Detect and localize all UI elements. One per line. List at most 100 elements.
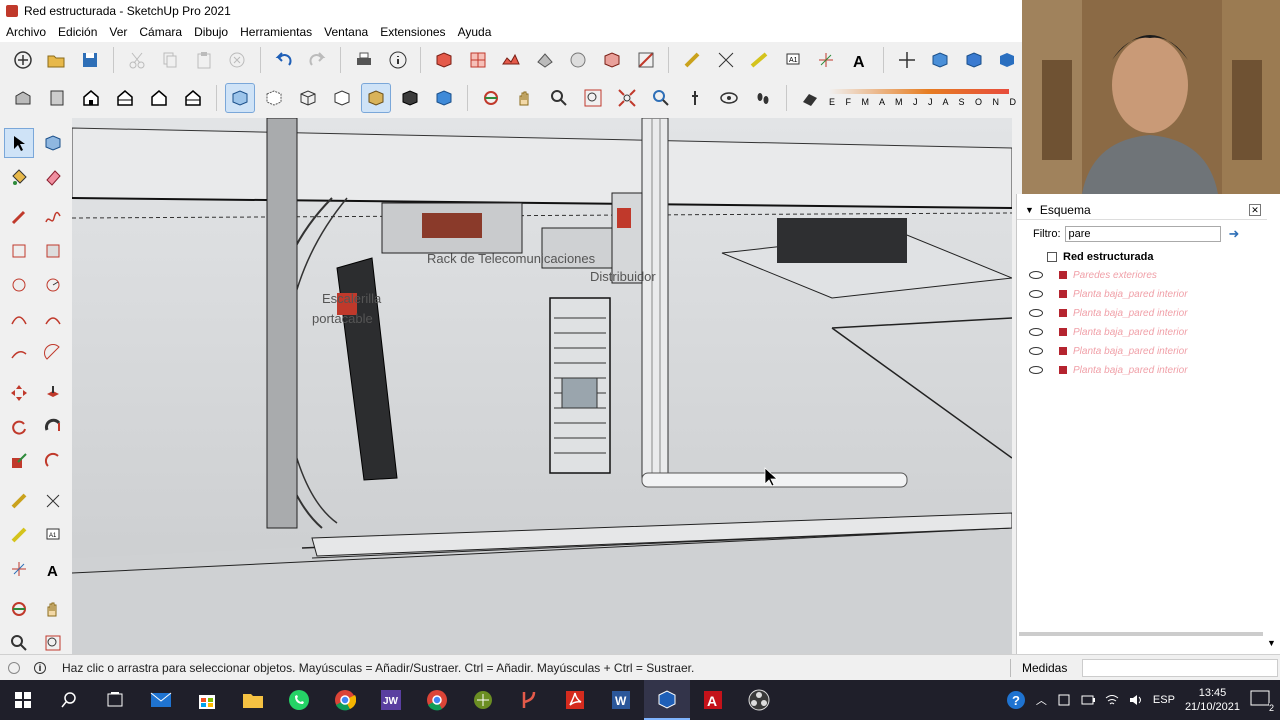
outliner-item[interactable]: Paredes exteriores — [1017, 266, 1267, 284]
filter-input[interactable] — [1064, 226, 1221, 242]
jw-app[interactable]: JW — [368, 680, 414, 720]
autocad-app[interactable]: A — [690, 680, 736, 720]
menu-ver[interactable]: Ver — [103, 25, 133, 39]
line-tool[interactable] — [4, 202, 34, 232]
mail-app[interactable] — [138, 680, 184, 720]
flip-edge-button[interactable] — [631, 45, 661, 75]
model-info-button[interactable] — [383, 45, 413, 75]
battery-icon[interactable] — [1081, 693, 1095, 707]
zoom-window-button[interactable] — [578, 83, 608, 113]
sandbox-button[interactable] — [496, 45, 526, 75]
text-button[interactable]: A1 — [778, 45, 808, 75]
section-plane-button[interactable] — [463, 45, 493, 75]
task-view-button[interactable] — [92, 680, 138, 720]
save-button[interactable] — [75, 45, 105, 75]
search-button[interactable] — [46, 680, 92, 720]
shaded-button[interactable] — [361, 83, 391, 113]
whatsapp-app[interactable] — [276, 680, 322, 720]
store-app[interactable] — [184, 680, 230, 720]
right-view-button[interactable] — [110, 83, 140, 113]
scale-tool[interactable] — [4, 446, 34, 476]
outliner-item[interactable]: Planta baja_pared interior — [1017, 304, 1267, 322]
menu-herramientas[interactable]: Herramientas — [234, 25, 318, 39]
clock[interactable]: 13:45 21/10/2021 — [1185, 686, 1240, 714]
circle-tool[interactable] — [4, 270, 34, 300]
visibility-eye-icon[interactable] — [1029, 271, 1043, 279]
geo-location-icon[interactable] — [8, 661, 20, 674]
volume-icon[interactable] — [1129, 693, 1143, 707]
outliner-item[interactable]: Planta baja_pared interior — [1017, 342, 1267, 360]
rectangle-tool[interactable] — [4, 236, 34, 266]
erase-button[interactable] — [222, 45, 252, 75]
visibility-eye-icon[interactable] — [1029, 347, 1043, 355]
push-pull-tool[interactable] — [38, 378, 68, 408]
device-icon[interactable] — [1057, 693, 1071, 707]
panel-scrollbar[interactable] — [1019, 632, 1263, 636]
front-view-button[interactable] — [76, 83, 106, 113]
new-file-button[interactable] — [8, 45, 38, 75]
close-panel-icon[interactable]: ✕ — [1249, 203, 1261, 216]
select-tool[interactable] — [4, 128, 34, 158]
chrome-app[interactable] — [322, 680, 368, 720]
protractor-tool[interactable] — [4, 520, 34, 550]
text-tool[interactable]: A1 — [38, 520, 68, 550]
notifications-button[interactable]: 2 — [1250, 690, 1274, 713]
shadow-month-slider[interactable]: E F M A M J J A S O N D — [829, 87, 1016, 109]
tape-measure-button[interactable] — [677, 45, 707, 75]
help-icon[interactable]: ? — [1006, 690, 1026, 710]
orbit-button[interactable] — [476, 83, 506, 113]
start-button[interactable] — [0, 680, 46, 720]
protractor-button[interactable] — [744, 45, 774, 75]
iso-view-button[interactable] — [8, 83, 38, 113]
layout-button[interactable] — [993, 45, 1023, 75]
walk-button[interactable] — [748, 83, 778, 113]
pan-button[interactable] — [510, 83, 540, 113]
cut-button[interactable] — [122, 45, 152, 75]
arc-tool[interactable] — [4, 304, 34, 334]
outliner-item[interactable]: Planta baja_pared interior — [1017, 285, 1267, 303]
open-file-button[interactable] — [42, 45, 72, 75]
pie-tool[interactable] — [38, 338, 68, 368]
move-tool[interactable] — [4, 378, 34, 408]
redo-button[interactable] — [303, 45, 333, 75]
zoom-button[interactable] — [544, 83, 574, 113]
word-app[interactable]: W — [598, 680, 644, 720]
orbit-tool[interactable] — [4, 594, 34, 624]
drape-button[interactable] — [564, 45, 594, 75]
menu-edicion[interactable]: Edición — [52, 25, 103, 39]
axes-tool[interactable] — [4, 554, 34, 584]
acrobat-app[interactable] — [552, 680, 598, 720]
3d-text-button[interactable]: A — [845, 45, 875, 75]
menu-ventana[interactable]: Ventana — [318, 25, 374, 39]
make-component-button[interactable] — [429, 45, 459, 75]
warehouse-button[interactable] — [925, 45, 955, 75]
shaded-texture-button[interactable] — [395, 83, 425, 113]
dimension-button[interactable] — [711, 45, 741, 75]
instructor-info-icon[interactable]: i — [34, 661, 46, 674]
menu-dibujo[interactable]: Dibujo — [188, 25, 234, 39]
menu-ayuda[interactable]: Ayuda — [452, 25, 498, 39]
model-viewport[interactable]: Rack de Telecomunicaciones Distribuidor … — [72, 118, 1012, 654]
three-point-arc-tool[interactable] — [4, 338, 34, 368]
visibility-eye-icon[interactable] — [1029, 309, 1043, 317]
outliner-item[interactable]: Planta baja_pared interior — [1017, 361, 1267, 379]
menu-archivo[interactable]: Archivo — [0, 25, 52, 39]
scroll-down-icon[interactable]: ▼ — [1267, 638, 1276, 648]
two-point-arc-tool[interactable] — [38, 304, 68, 334]
tape-measure-tool[interactable] — [4, 486, 34, 516]
dimension-tool[interactable] — [38, 486, 68, 516]
freehand-tool[interactable] — [38, 202, 68, 232]
wireframe-button[interactable] — [293, 83, 323, 113]
outliner-header[interactable]: ▼ Esquema ✕ — [1017, 200, 1267, 220]
top-view-button[interactable] — [42, 83, 72, 113]
3d-text-tool[interactable]: A — [38, 554, 68, 584]
visibility-eye-icon[interactable] — [1029, 328, 1043, 336]
paste-button[interactable] — [189, 45, 219, 75]
offset-tool[interactable] — [38, 446, 68, 476]
zoom-extents-button[interactable] — [612, 83, 642, 113]
git-app[interactable] — [506, 680, 552, 720]
pan-tool[interactable] — [38, 594, 68, 624]
undo-button[interactable] — [269, 45, 299, 75]
sketchup-app[interactable] — [644, 680, 690, 720]
chevron-up-icon[interactable]: ︿ — [1036, 692, 1047, 708]
